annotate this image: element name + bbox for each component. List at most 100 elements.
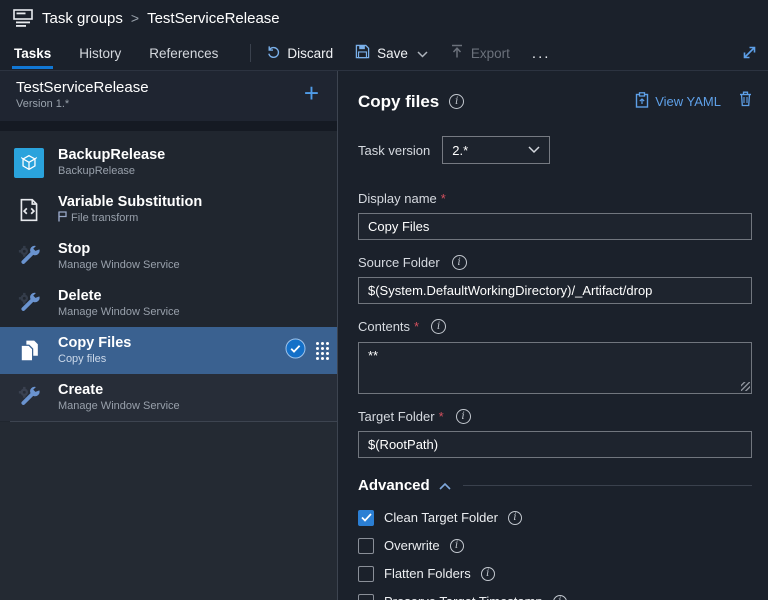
checkbox-row-clean-target-folder[interactable]: Clean Target Folder i <box>358 509 752 526</box>
wrench-icon <box>14 289 44 319</box>
save-button[interactable]: Save <box>355 44 428 62</box>
breadcrumb-current: TestServiceRelease <box>147 9 280 27</box>
check-icon <box>360 513 372 522</box>
field-contents: Contents * i ** <box>358 319 752 394</box>
info-icon[interactable]: i <box>507 510 522 525</box>
task-subtitle: File transform <box>58 210 202 226</box>
detail-actions: View YAML <box>635 91 752 112</box>
drag-handle[interactable] <box>316 341 329 360</box>
checkbox[interactable] <box>358 565 374 582</box>
add-task-button[interactable]: + <box>304 79 319 107</box>
tab-history[interactable]: History <box>77 36 123 71</box>
export-label: Export <box>470 45 510 61</box>
task-detail-panel: Copy files i View YAML Task version 2.* <box>338 71 768 600</box>
checkbox[interactable] <box>358 593 374 600</box>
info-icon[interactable]: i <box>480 566 495 581</box>
clipboard-icon <box>635 92 649 111</box>
more-options-button[interactable]: ... <box>532 45 551 62</box>
checkbox[interactable] <box>358 537 374 554</box>
package-icon <box>14 147 44 178</box>
file-transform-icon <box>14 195 44 225</box>
checkbox-row-flatten-folders[interactable]: Flatten Folders i <box>358 565 752 582</box>
checkbox-label: Clean Target Folder <box>384 510 498 525</box>
display-name-input[interactable] <box>358 213 752 240</box>
checkbox-row-preserve-target-timestamp[interactable]: Preserve Target Timestamp i <box>358 593 752 600</box>
view-yaml-button[interactable]: View YAML <box>635 92 721 111</box>
checkbox[interactable] <box>358 509 374 526</box>
info-icon[interactable]: i <box>552 594 567 600</box>
task-row-backuprelease[interactable]: BackupRelease BackupRelease <box>0 139 337 186</box>
task-name: Delete <box>58 288 102 304</box>
copy-files-icon <box>14 336 44 366</box>
advanced-section-header[interactable]: Advanced <box>358 477 752 494</box>
view-yaml-label: View YAML <box>655 94 721 109</box>
field-target-folder: Target Folder * i <box>358 409 752 458</box>
breadcrumb-separator: > <box>130 10 140 26</box>
target-folder-input[interactable] <box>358 431 752 458</box>
export-button: Export <box>450 44 510 62</box>
advanced-label: Advanced <box>358 477 430 494</box>
task-subtitle: Manage Window Service <box>58 306 180 318</box>
task-name: Copy Files <box>58 335 132 351</box>
field-source-folder: Source Folder i <box>358 255 752 304</box>
selected-check-badge <box>285 338 306 364</box>
info-icon[interactable]: i <box>455 409 471 424</box>
task-groups-icon <box>12 8 34 28</box>
task-text: Variable Substitution File transform <box>58 194 202 226</box>
field-label: Target Folder * i <box>358 409 752 424</box>
task-list: BackupRelease BackupRelease Variable Sub… <box>0 131 337 422</box>
checkbox-label: Flatten Folders <box>384 566 471 581</box>
field-label-text: Display name <box>358 191 437 206</box>
task-name: Variable Substitution <box>58 193 203 210</box>
task-version-row: Task version 2.* <box>358 136 752 164</box>
contents-textarea[interactable]: ** <box>358 342 752 394</box>
task-subtitle-text: File transform <box>71 212 139 224</box>
task-row-delete[interactable]: Delete Manage Window Service <box>0 280 337 327</box>
save-icon <box>355 44 370 62</box>
task-row-create[interactable]: Create Manage Window Service <box>0 374 337 421</box>
task-subtitle: Manage Window Service <box>58 400 180 412</box>
info-icon[interactable]: i <box>449 94 465 109</box>
chevron-down-icon[interactable] <box>417 46 428 61</box>
chevron-down-icon <box>528 141 540 159</box>
required-asterisk: * <box>414 319 420 334</box>
task-name: Stop <box>58 241 91 257</box>
field-label-text: Contents <box>358 319 411 334</box>
task-name: Create <box>58 382 104 398</box>
task-text: Copy Files Copy files <box>58 335 131 366</box>
trash-icon[interactable] <box>739 91 752 112</box>
source-folder-input[interactable] <box>358 277 752 304</box>
export-icon <box>450 44 464 62</box>
field-label-text: Target Folder <box>358 409 435 424</box>
save-label: Save <box>377 45 408 61</box>
info-icon[interactable]: i <box>431 319 447 334</box>
toolbar: Tasks History References Discard Save Ex… <box>0 36 768 71</box>
required-asterisk: * <box>438 409 444 424</box>
breadcrumb-root[interactable]: Task groups <box>42 10 123 27</box>
task-text: Delete Manage Window Service <box>58 288 180 319</box>
detail-title: Copy files <box>358 91 440 111</box>
task-row-variable-substitution[interactable]: Variable Substitution File transform <box>0 186 337 233</box>
info-icon[interactable]: i <box>451 255 467 270</box>
task-group-header: TestServiceRelease Version 1.* + <box>0 71 337 121</box>
resize-handle[interactable] <box>741 382 750 391</box>
tab-tasks[interactable]: Tasks <box>12 36 54 71</box>
info-icon[interactable]: i <box>449 538 464 553</box>
task-subtitle: Manage Window Service <box>58 259 180 271</box>
discard-button[interactable]: Discard <box>265 44 333 62</box>
flag-icon <box>58 210 67 226</box>
task-row-copy-files[interactable]: Copy Files Copy files <box>0 327 337 374</box>
expand-icon[interactable] <box>741 44 758 66</box>
task-subtitle: BackupRelease <box>58 165 136 177</box>
task-row-stop[interactable]: Stop Manage Window Service <box>0 233 337 280</box>
field-label: Contents * i <box>358 319 752 334</box>
tab-references[interactable]: References <box>147 36 220 71</box>
task-version-dropdown[interactable]: 2.* <box>442 136 551 164</box>
discard-label: Discard <box>287 45 334 61</box>
field-label: Source Folder i <box>358 255 752 270</box>
panel-gap <box>0 121 337 131</box>
wrench-icon <box>14 383 44 413</box>
main-content: TestServiceRelease Version 1.* + BackupR… <box>0 71 768 600</box>
row-right <box>285 338 329 364</box>
checkbox-row-overwrite[interactable]: Overwrite i <box>358 537 752 554</box>
